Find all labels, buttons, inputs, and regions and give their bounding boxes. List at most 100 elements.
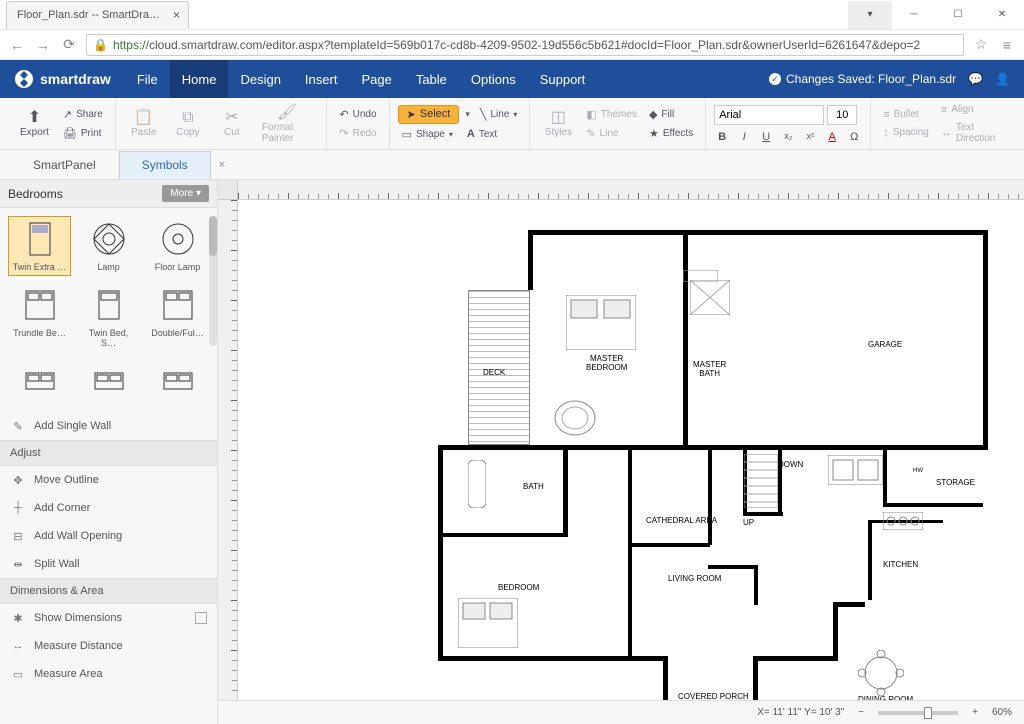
opening-icon: ⊟ bbox=[10, 530, 26, 543]
menu-icon[interactable]: ≡ bbox=[998, 37, 1016, 53]
paste-button[interactable]: 📋Paste bbox=[124, 107, 164, 140]
split-wall[interactable]: ⇹Split Wall bbox=[0, 550, 217, 578]
symbol-lamp[interactable]: Lamp bbox=[77, 216, 140, 276]
text-icon: A bbox=[467, 128, 475, 140]
close-icon[interactable]: ✕ bbox=[980, 1, 1024, 29]
maximize-icon[interactable]: ☐ bbox=[936, 1, 980, 29]
person-icon[interactable]: ▾ bbox=[848, 1, 892, 29]
font-color-button[interactable]: A bbox=[824, 131, 840, 143]
format-painter-button[interactable]: 🖌Format Painter bbox=[256, 102, 319, 146]
symbol-item-7[interactable] bbox=[8, 358, 71, 404]
menu-page[interactable]: Page bbox=[349, 60, 403, 98]
effects-button[interactable]: ★Effects bbox=[645, 125, 697, 142]
bold-button[interactable]: B bbox=[714, 131, 730, 143]
cut-button[interactable]: ✂Cut bbox=[212, 107, 252, 140]
zoom-in-icon[interactable]: + bbox=[972, 707, 978, 718]
bed-icon bbox=[29, 222, 51, 256]
add-corner[interactable]: ┼Add Corner bbox=[0, 494, 217, 522]
symbol-scrollbar[interactable] bbox=[209, 216, 217, 346]
show-dimensions[interactable]: ✱Show Dimensions bbox=[0, 604, 217, 632]
text-direction-button[interactable]: ↔Text Direction bbox=[937, 120, 1010, 146]
symbol-item-8[interactable] bbox=[77, 358, 140, 404]
cursor-icon: ➤ bbox=[407, 108, 416, 121]
move-outline[interactable]: ✥Move Outline bbox=[0, 466, 217, 494]
select-button[interactable]: ➤Select bbox=[398, 105, 460, 124]
url-bar[interactable]: 🔒 https://cloud.smartdraw.com/editor.asp… bbox=[86, 34, 964, 56]
symbol-twin-s[interactable]: Twin Bed, S… bbox=[77, 282, 140, 352]
user-icon[interactable]: 👤 bbox=[995, 72, 1010, 86]
measure-distance[interactable]: ↔Measure Distance bbox=[0, 632, 217, 660]
bookmark-icon[interactable]: ☆ bbox=[972, 36, 990, 53]
redo-button[interactable]: ↷Redo bbox=[335, 125, 380, 142]
close-tab-icon[interactable]: × bbox=[173, 8, 180, 22]
label-cathedral: CATHEDRAL AREA bbox=[646, 516, 717, 525]
symbol-twin-extra[interactable]: Twin Extra … bbox=[8, 216, 71, 276]
coords-readout: X= 11' 11" Y= 10' 3" bbox=[757, 707, 844, 718]
align-button[interactable]: ≡Align bbox=[937, 102, 1010, 118]
add-wall-opening[interactable]: ⊟Add Wall Opening bbox=[0, 522, 217, 550]
font-size-input[interactable] bbox=[827, 105, 857, 125]
canvas[interactable]: DECK MASTER BEDROOM MASTER BATH GARAGE B… bbox=[238, 200, 1024, 700]
browser-tab[interactable]: Floor_Plan.sdr -- SmartDra… × bbox=[6, 1, 189, 29]
symbol-floor-lamp[interactable]: Floor Lamp bbox=[146, 216, 209, 276]
menu-design[interactable]: Design bbox=[228, 60, 292, 98]
floor-plan[interactable]: DECK MASTER BEDROOM MASTER BATH GARAGE B… bbox=[328, 220, 998, 700]
superscript-button[interactable]: x² bbox=[802, 131, 818, 143]
spacing-button[interactable]: ↕Spacing bbox=[879, 125, 933, 141]
url-prefix: https:// bbox=[113, 38, 149, 52]
line-style-button[interactable]: ✎Line bbox=[582, 125, 641, 142]
vertical-ruler bbox=[218, 200, 238, 700]
bullet-button[interactable]: ≡Bullet bbox=[879, 107, 933, 123]
tab-symbols[interactable]: Symbols bbox=[119, 151, 211, 179]
label-hw: HW bbox=[913, 468, 923, 474]
tab-close-icon[interactable]: × bbox=[211, 153, 233, 177]
symbol-button[interactable]: Ω bbox=[846, 131, 862, 143]
measure-area[interactable]: ▭Measure Area bbox=[0, 660, 217, 688]
menu-home[interactable]: Home bbox=[170, 60, 229, 98]
label-garage: GARAGE bbox=[868, 340, 902, 349]
undo-icon: ↶ bbox=[339, 108, 348, 121]
back-icon[interactable]: ← bbox=[8, 37, 26, 53]
styles-icon: ◫ bbox=[551, 109, 566, 127]
lamp-icon bbox=[92, 222, 126, 256]
reload-icon[interactable]: ⟳ bbox=[60, 36, 78, 53]
corner-icon: ┼ bbox=[10, 502, 26, 514]
pencil-icon: ✎ bbox=[10, 420, 26, 433]
more-button[interactable]: More ▾ bbox=[162, 185, 209, 202]
underline-button[interactable]: U bbox=[758, 131, 774, 143]
show-dim-checkbox[interactable] bbox=[195, 612, 207, 624]
help-icon[interactable]: 💬 bbox=[968, 72, 983, 86]
line-button[interactable]: ╲Line▾ bbox=[476, 106, 522, 123]
share-button[interactable]: ↗Share bbox=[59, 106, 107, 123]
format-painter-icon: 🖌 bbox=[277, 104, 297, 122]
line-icon: ╲ bbox=[480, 108, 487, 121]
symbol-double[interactable]: Double/Ful… bbox=[146, 282, 209, 352]
menu-insert[interactable]: Insert bbox=[293, 60, 350, 98]
tab-smartpanel[interactable]: SmartPanel bbox=[10, 151, 119, 179]
menu-options[interactable]: Options bbox=[459, 60, 528, 98]
add-single-wall[interactable]: ✎Add Single Wall bbox=[0, 412, 217, 440]
styles-button[interactable]: ◫Styles bbox=[538, 107, 578, 140]
font-select[interactable] bbox=[714, 105, 824, 125]
fill-button[interactable]: ◆Fill bbox=[645, 106, 697, 123]
symbol-item-9[interactable] bbox=[146, 358, 209, 404]
minimize-icon[interactable]: ─ bbox=[892, 1, 936, 29]
copy-button[interactable]: ⧉Copy bbox=[168, 107, 208, 140]
menu-table[interactable]: Table bbox=[404, 60, 459, 98]
themes-button[interactable]: ◧Themes bbox=[582, 106, 641, 123]
italic-button[interactable]: I bbox=[736, 131, 752, 143]
undo-button[interactable]: ↶Undo bbox=[335, 106, 380, 123]
zoom-out-icon[interactable]: − bbox=[858, 707, 864, 718]
menu-file[interactable]: File bbox=[125, 60, 170, 98]
select-dropdown-icon[interactable]: ▾ bbox=[465, 109, 470, 120]
zoom-slider[interactable] bbox=[878, 711, 958, 715]
shape-button[interactable]: ▭Shape▾ bbox=[398, 126, 457, 143]
forward-icon[interactable]: → bbox=[34, 37, 52, 53]
print-button[interactable]: 🖨Print bbox=[59, 125, 107, 142]
menu-support[interactable]: Support bbox=[528, 60, 598, 98]
subscript-button[interactable]: x₂ bbox=[780, 131, 796, 143]
label-bath: BATH bbox=[523, 482, 544, 491]
symbol-trundle[interactable]: Trundle Be… bbox=[8, 282, 71, 352]
text-button[interactable]: AText bbox=[463, 126, 501, 142]
export-button[interactable]: ⬆Export bbox=[14, 107, 55, 140]
